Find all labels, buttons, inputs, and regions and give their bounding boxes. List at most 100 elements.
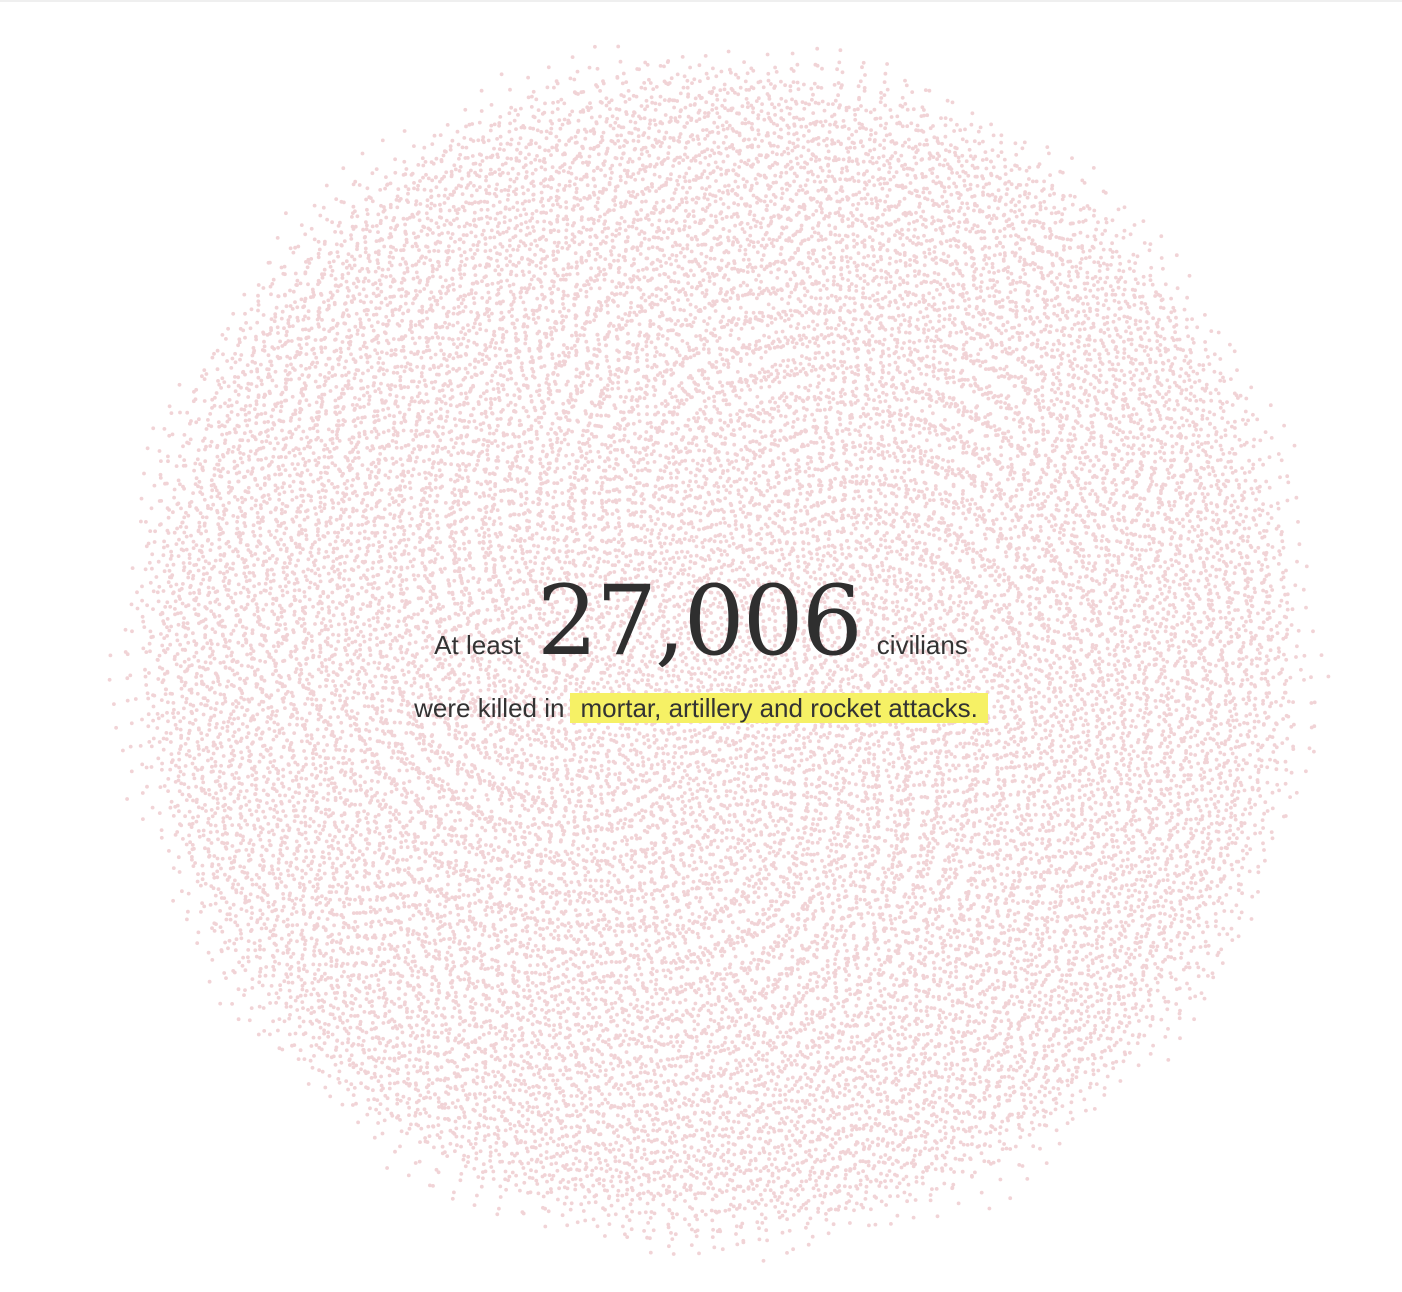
casualty-dot	[601, 539, 605, 543]
casualty-dot	[713, 539, 717, 543]
casualty-dot	[769, 815, 773, 819]
casualty-dot	[806, 735, 810, 739]
casualty-dot	[596, 751, 600, 755]
casualty-dot	[584, 758, 588, 762]
casualty-dot	[623, 807, 627, 811]
casualty-dot	[690, 792, 694, 796]
casualty-dot	[715, 523, 719, 527]
casualty-dot	[833, 550, 837, 554]
casualty-dot	[719, 521, 723, 525]
casualty-dot	[718, 748, 722, 752]
casualty-dot	[817, 777, 821, 781]
casualty-dot	[885, 769, 889, 773]
casualty-dot	[616, 786, 620, 790]
casualty-dot	[656, 746, 660, 750]
casualty-dot	[565, 544, 569, 548]
casualty-dot	[834, 519, 838, 523]
casualty-dot	[627, 683, 631, 687]
casualty-dot	[855, 794, 859, 798]
casualty-dot	[591, 681, 595, 685]
casualty-dot	[778, 540, 782, 544]
casualty-dot	[708, 736, 712, 740]
casualty-dot	[754, 750, 758, 754]
casualty-dot	[695, 554, 699, 558]
casualty-dot	[600, 677, 604, 681]
casualty-dot	[589, 736, 593, 740]
casualty-dot	[754, 502, 758, 506]
casualty-dot	[611, 798, 615, 802]
casualty-dot	[804, 815, 808, 819]
casualty-dot	[685, 495, 689, 499]
casualty-dot	[791, 767, 795, 771]
casualty-dot	[632, 486, 636, 490]
casualty-dot	[763, 823, 767, 827]
casualty-dot	[716, 795, 720, 799]
casualty-dot	[836, 771, 840, 775]
casualty-dot	[697, 769, 701, 773]
casualty-dot	[702, 752, 706, 756]
casualty-dot	[670, 809, 674, 813]
casualty-dot	[690, 735, 694, 739]
casualty-dot	[781, 553, 785, 557]
casualty-dot	[824, 792, 828, 796]
casualty-dot	[817, 798, 821, 802]
casualty-dot	[698, 805, 702, 809]
casualty-dot	[683, 490, 687, 494]
casualty-dot	[564, 747, 568, 751]
casualty-dot	[732, 466, 736, 470]
casualty-dot	[708, 797, 712, 801]
casualty-dot	[655, 771, 659, 775]
casualty-dot	[876, 770, 880, 774]
casualty-dot	[774, 824, 778, 828]
casualty-dot	[683, 737, 687, 741]
casualty-dot	[556, 538, 560, 542]
casualty-dot	[773, 485, 777, 489]
casualty-dot	[613, 772, 617, 776]
casualty-dot	[663, 797, 667, 801]
casualty-dot	[595, 548, 599, 552]
casualty-dot	[553, 681, 557, 685]
casualty-dot	[645, 683, 649, 687]
casualty-dot	[655, 738, 659, 742]
casualty-dot	[739, 754, 743, 758]
casualty-dot	[851, 739, 855, 743]
casualty-dot	[797, 747, 801, 751]
casualty-dot	[634, 490, 638, 494]
casualty-dot	[772, 833, 776, 837]
casualty-dot	[845, 556, 849, 560]
casualty-dot	[584, 561, 588, 565]
casualty-dot	[600, 769, 604, 773]
casualty-dot	[843, 746, 847, 750]
casualty-dot	[770, 535, 774, 539]
casualty-dot	[802, 736, 806, 740]
casualty-dot	[842, 493, 846, 497]
casualty-dot	[727, 477, 731, 481]
casualty-dot	[667, 461, 671, 465]
casualty-dot	[680, 762, 684, 766]
casualty-dot	[593, 728, 597, 732]
casualty-dot	[827, 530, 831, 534]
casualty-dot	[797, 734, 801, 738]
casualty-dot	[684, 531, 688, 535]
casualty-dot	[811, 474, 815, 478]
casualty-dot	[676, 838, 680, 842]
casualty-dot	[689, 752, 693, 756]
casualty-dot	[558, 560, 562, 564]
casualty-dot	[768, 517, 772, 521]
casualty-dot	[714, 789, 718, 793]
casualty-dot	[872, 743, 876, 747]
casualty-dot	[702, 815, 706, 819]
casualty-dot	[671, 538, 675, 542]
casualty-dot	[651, 552, 655, 556]
casualty-dot	[719, 739, 723, 743]
casualty-dot	[793, 684, 797, 688]
casualty-dot	[669, 472, 673, 476]
casualty-dot	[739, 544, 743, 548]
casualty-dot	[758, 818, 762, 822]
casualty-dot	[668, 557, 672, 561]
casualty-dot	[642, 498, 646, 502]
casualty-dot	[683, 791, 687, 795]
casualty-dot	[847, 682, 851, 686]
casualty-dot	[835, 743, 839, 747]
casualty-dot	[617, 516, 621, 520]
